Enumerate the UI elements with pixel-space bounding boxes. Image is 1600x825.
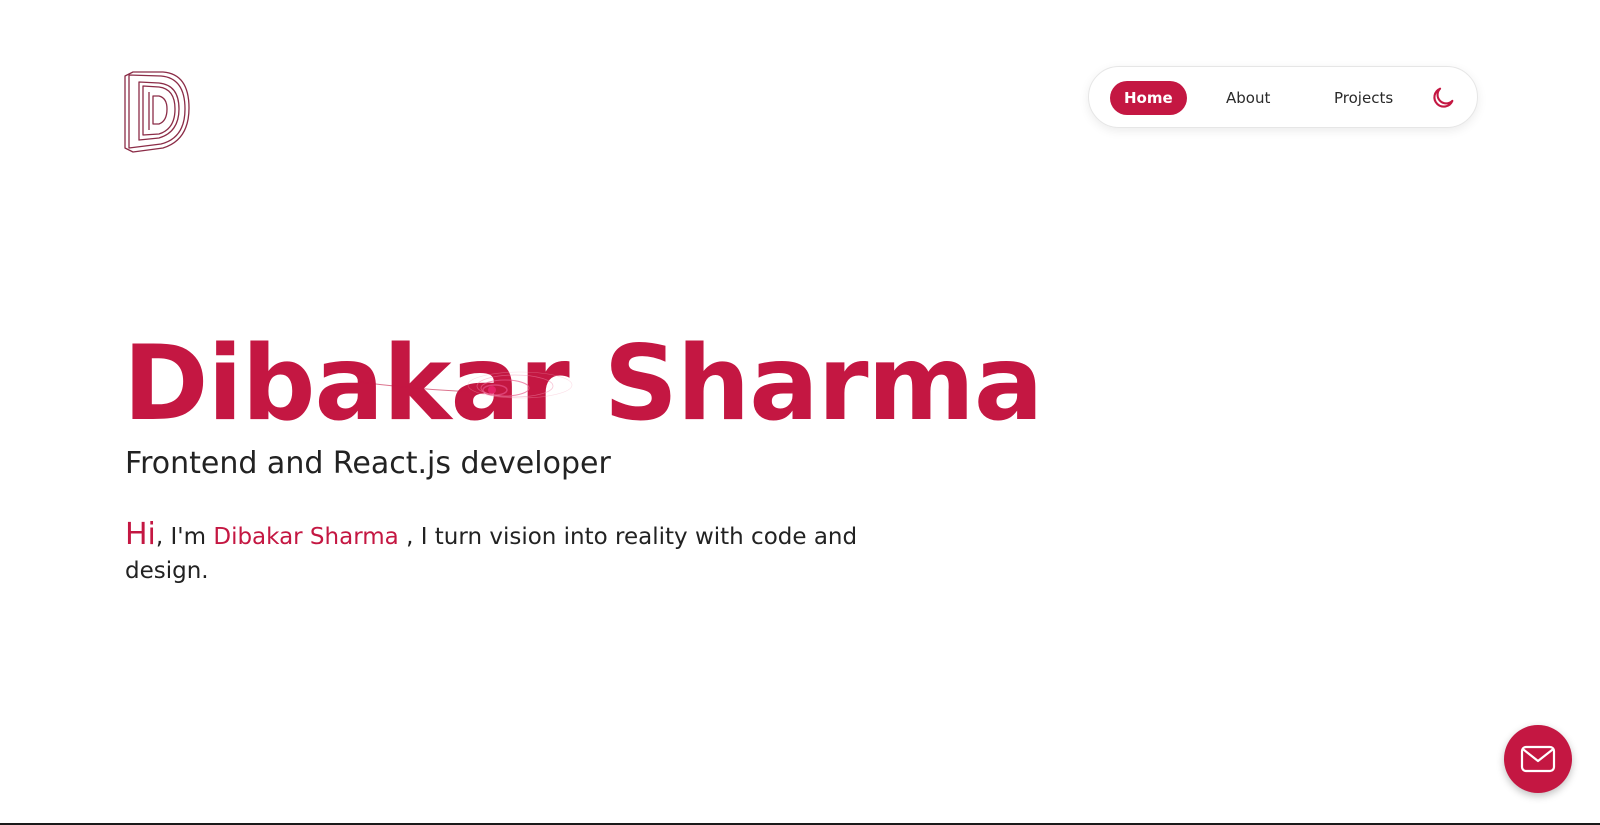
top-nav: Home About Projects (1088, 66, 1478, 128)
nav-about-link[interactable]: About (1226, 81, 1270, 115)
intro-hi: Hi (125, 517, 156, 552)
hero-intro-text: Hi, I'm Dibakar Sharma , I turn vision i… (125, 518, 905, 588)
d-monogram-logo-icon[interactable] (123, 68, 195, 154)
intro-lead: , I'm (155, 524, 214, 550)
hero-name-heading: Dibakar Sharma (123, 324, 1043, 444)
page: Home About Projects Dibakar Sharma Front… (0, 0, 1600, 825)
moon-icon[interactable] (1429, 84, 1457, 112)
nav-home-link[interactable]: Home (1110, 81, 1187, 115)
nav-projects-link[interactable]: Projects (1334, 81, 1393, 115)
hero-role-subtitle: Frontend and React.js developer (125, 446, 611, 481)
contact-mail-button[interactable] (1504, 725, 1572, 793)
intro-name: Dibakar Sharma (213, 524, 399, 550)
